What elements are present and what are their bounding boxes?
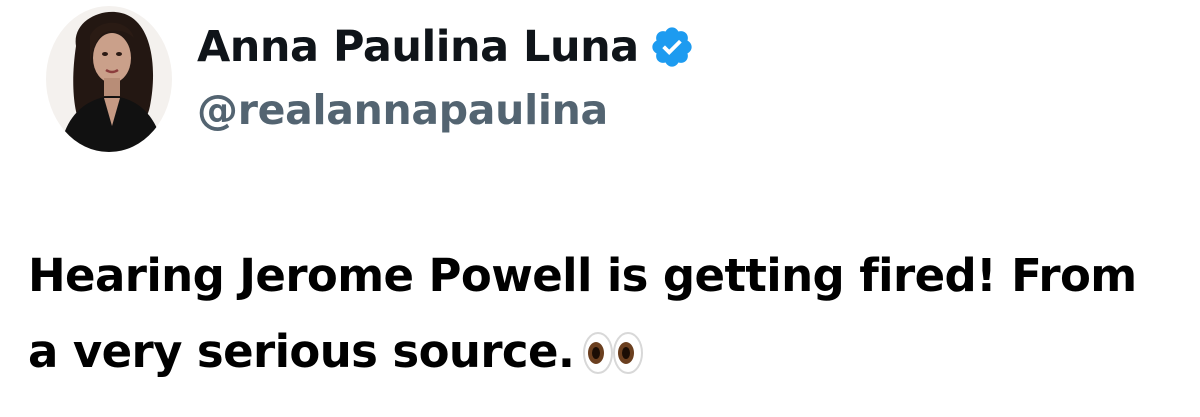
author-display-name[interactable]: Anna Paulina Luna: [197, 22, 639, 72]
tweet-card: Anna Paulina Luna @realannapaulina Heari…: [0, 0, 1200, 417]
tweet-text-line-1: Hearing Jerome Powell is getting fired! …: [28, 249, 1137, 302]
profile-photo-icon: [46, 6, 172, 152]
tweet-text: Hearing Jerome Powell is getting fired! …: [28, 238, 1200, 390]
verified-badge-icon[interactable]: [649, 24, 695, 70]
tweet-text-line-2-text: a very serious source.: [28, 325, 575, 378]
avatar[interactable]: [46, 6, 172, 152]
author-handle[interactable]: @realannapaulina: [197, 86, 608, 134]
tweet-text-line-2: a very serious source.: [28, 314, 1200, 390]
eyes-icon: [582, 322, 644, 374]
author-name-row: Anna Paulina Luna: [197, 22, 695, 72]
